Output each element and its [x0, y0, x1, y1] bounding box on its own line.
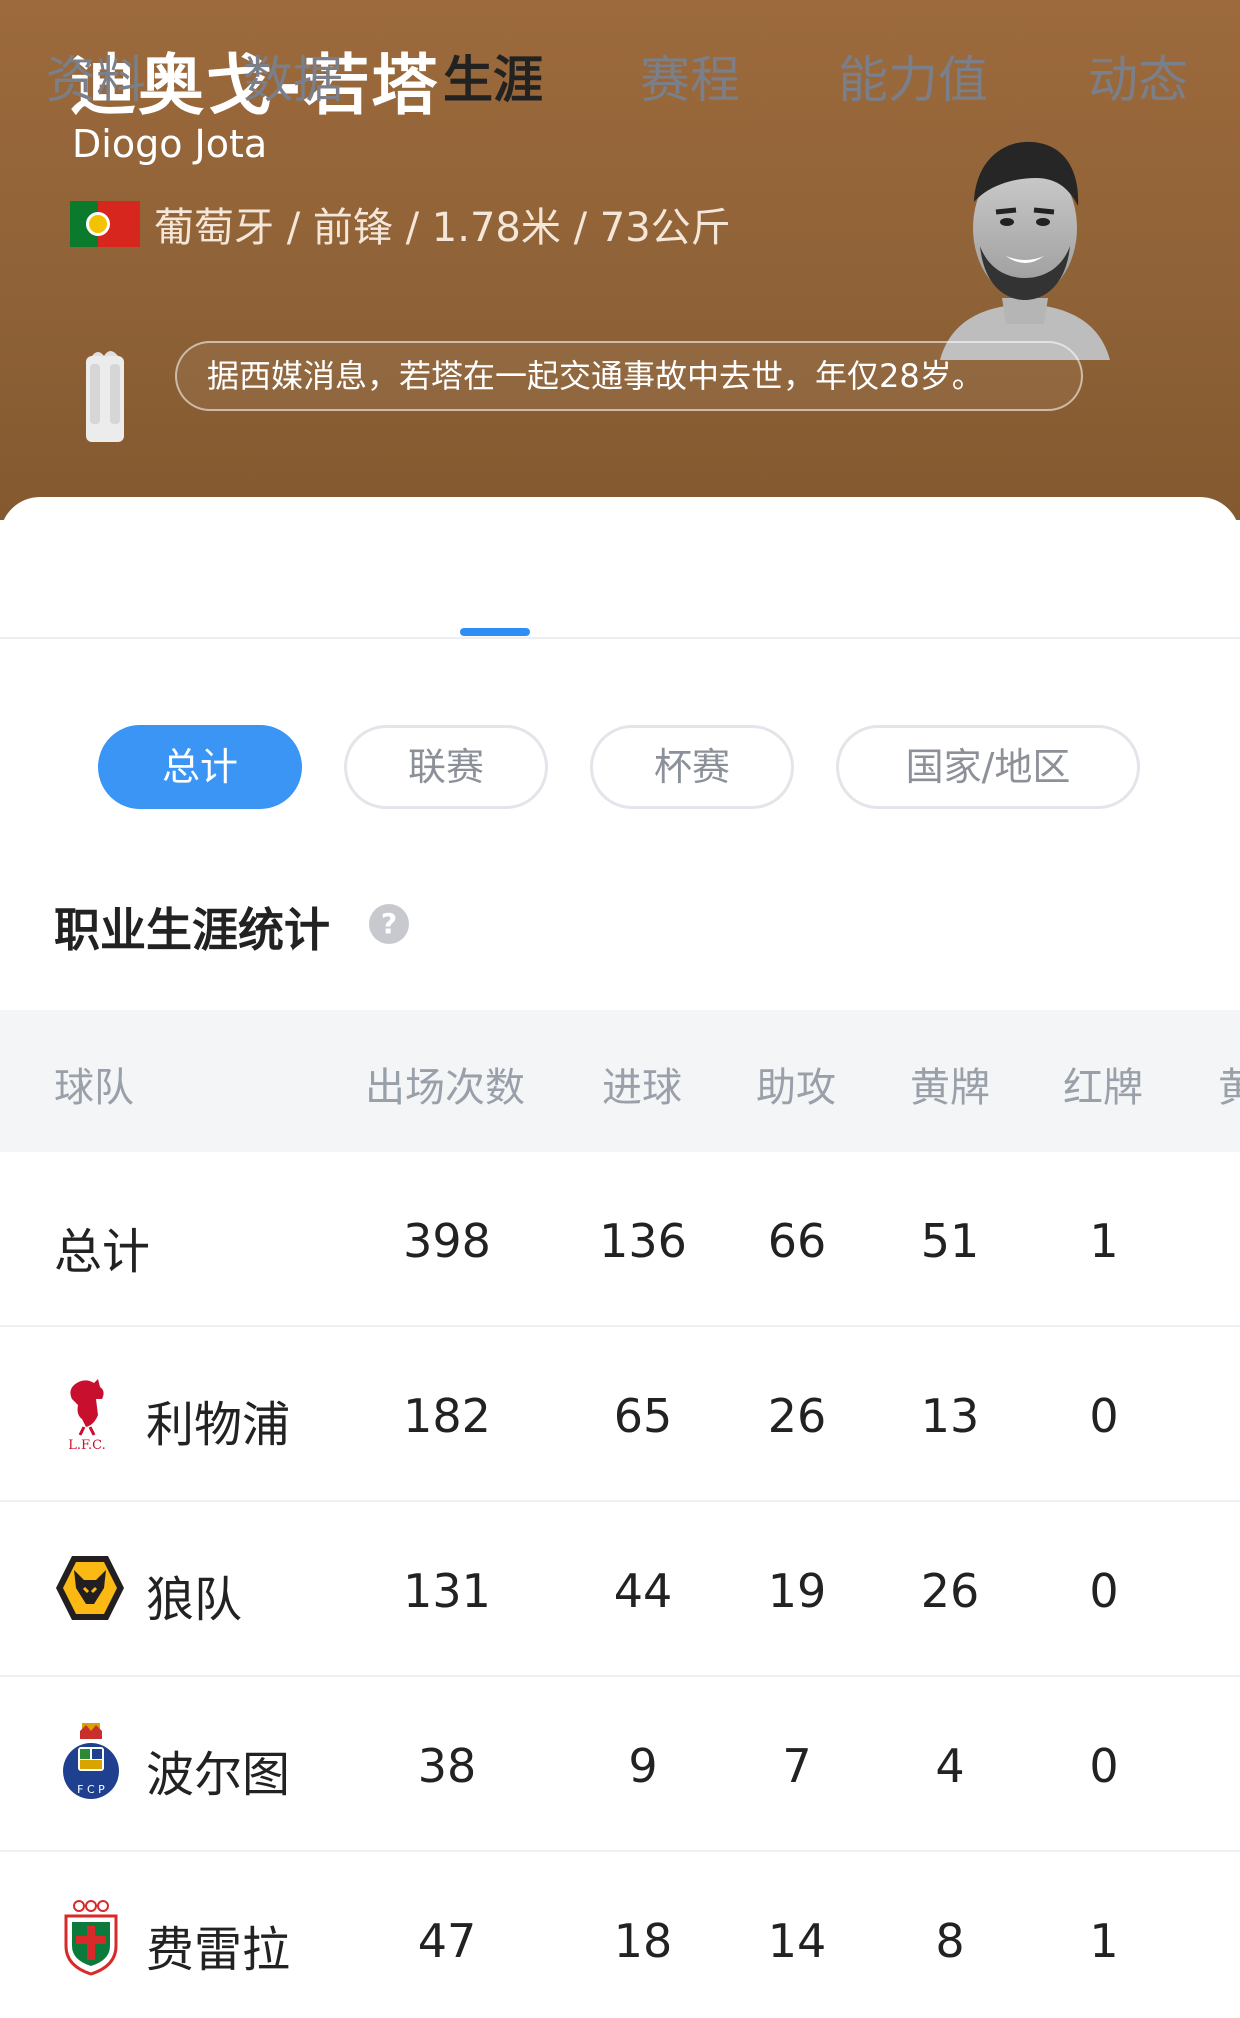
- table-row[interactable]: 费雷拉 47 18 14 8 1: [0, 1852, 1240, 2018]
- tab-profile[interactable]: 资料: [46, 40, 146, 112]
- tab-bar: [0, 497, 1240, 639]
- table-row[interactable]: 狼队 131 44 19 26 0: [0, 1502, 1240, 1677]
- team-name: 费雷拉: [146, 1922, 291, 1978]
- team-name: 波尔图: [146, 1747, 291, 1803]
- red-value: 1: [1089, 1214, 1119, 1268]
- goals-value: 18: [613, 1914, 673, 1968]
- assists-value: 19: [767, 1564, 827, 1618]
- filter-national[interactable]: 国家/地区: [836, 725, 1140, 809]
- svg-text:L.F.C.: L.F.C.: [68, 1438, 106, 1451]
- team-name: 利物浦: [146, 1397, 291, 1453]
- player-name-en: Diogo Jota: [72, 122, 268, 166]
- tab-schedule[interactable]: 赛程: [640, 40, 740, 112]
- apps-value: 47: [417, 1914, 477, 1968]
- wolves-crest-icon: [56, 1556, 124, 1620]
- col-team: 球队: [54, 1065, 134, 1111]
- active-tab-indicator: [460, 628, 530, 636]
- assists-value: 14: [767, 1914, 827, 1968]
- help-icon[interactable]: ?: [369, 904, 409, 944]
- tab-news[interactable]: 动态: [1088, 40, 1188, 112]
- svg-text:F C P: F C P: [77, 1783, 105, 1796]
- yellow-value: 26: [920, 1564, 980, 1618]
- player-meta: 葡萄牙 / 前锋 / 1.78米 / 73公斤: [70, 198, 731, 251]
- assists-value: 66: [767, 1214, 827, 1268]
- red-value: 0: [1089, 1564, 1119, 1618]
- liverpool-crest-icon: L.F.C.: [68, 1379, 106, 1451]
- apps-value: 38: [417, 1739, 477, 1793]
- tab-stats[interactable]: 数据: [243, 40, 343, 112]
- candle-icon: [86, 351, 124, 442]
- player-meta-text: 葡萄牙 / 前锋 / 1.78米 / 73公斤: [154, 205, 731, 251]
- news-banner[interactable]: 据西媒消息，若塔在一起交通事故中去世，年仅28岁。: [175, 341, 1083, 411]
- tab-career[interactable]: 生涯: [443, 40, 543, 112]
- yellow-value: 13: [920, 1389, 980, 1443]
- red-value: 0: [1089, 1389, 1119, 1443]
- yellow-value: 51: [920, 1214, 980, 1268]
- player-portrait: [940, 141, 1110, 360]
- col-apps: 出场次数: [365, 1065, 525, 1111]
- red-value: 1: [1089, 1914, 1119, 1968]
- tab-ability[interactable]: 能力值: [838, 40, 988, 112]
- goals-value: 44: [613, 1564, 673, 1618]
- team-name: 总计: [54, 1224, 151, 1280]
- pacos-ferreira-crest-icon: [64, 1900, 118, 1976]
- col-more: 黄: [1218, 1065, 1240, 1111]
- yellow-value: 4: [935, 1739, 965, 1793]
- filter-league[interactable]: 联赛: [344, 725, 548, 809]
- player-header: 迪奥戈-若塔 Diogo Jota 葡萄牙 / 前锋 / 1.78米 / 73公…: [0, 0, 1240, 520]
- col-assists: 助攻: [756, 1065, 836, 1111]
- col-goals: 进球: [602, 1065, 682, 1111]
- filter-cup[interactable]: 杯赛: [590, 725, 794, 809]
- yellow-value: 8: [935, 1914, 965, 1968]
- red-value: 0: [1089, 1739, 1119, 1793]
- apps-value: 131: [403, 1564, 491, 1618]
- porto-crest-icon: F C P: [63, 1723, 119, 1799]
- assists-value: 7: [782, 1739, 812, 1793]
- table-row[interactable]: L.F.C. 利物浦 182 65 26 13 0: [0, 1327, 1240, 1502]
- col-red: 红牌: [1063, 1065, 1143, 1111]
- table-row[interactable]: F C P 波尔图 38 9 7 4 0: [0, 1677, 1240, 1852]
- apps-value: 398: [403, 1214, 491, 1268]
- section-title: 职业生涯统计: [54, 903, 330, 957]
- goals-value: 65: [613, 1389, 673, 1443]
- table-row: 总计 398 136 66 51 1: [0, 1152, 1240, 1327]
- goals-value: 9: [628, 1739, 658, 1793]
- apps-value: 182: [403, 1389, 491, 1443]
- team-name: 狼队: [146, 1572, 243, 1628]
- col-yellow: 黄牌: [910, 1065, 990, 1111]
- filter-total[interactable]: 总计: [98, 725, 302, 809]
- goals-value: 136: [599, 1214, 687, 1268]
- portugal-flag-icon: [70, 201, 140, 247]
- assists-value: 26: [767, 1389, 827, 1443]
